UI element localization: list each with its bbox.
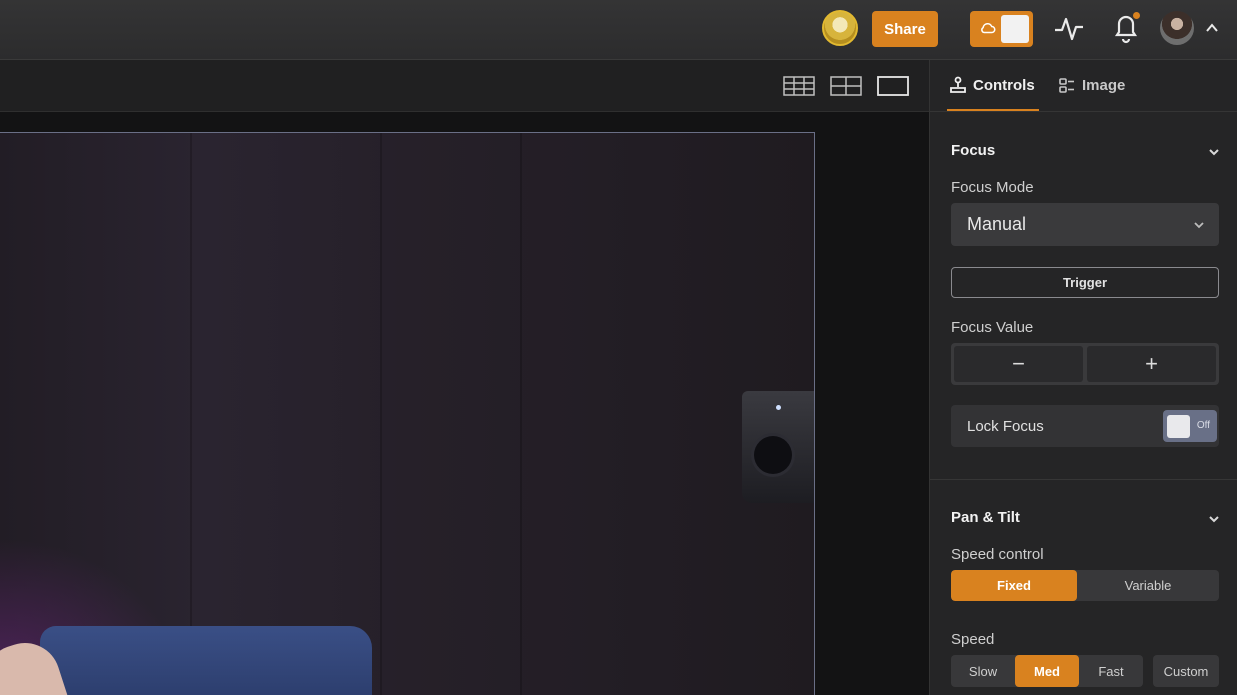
- tab-controls[interactable]: Controls: [949, 76, 1035, 94]
- grid-2x2-icon[interactable]: [830, 76, 862, 96]
- curtain-fold: [380, 133, 382, 695]
- single-view-icon[interactable]: [877, 76, 909, 96]
- focus-mode-select[interactable]: Manual: [951, 203, 1219, 246]
- speed-segmented: Slow Med Fast Custom: [951, 655, 1219, 687]
- active-tab-indicator: [947, 109, 1039, 111]
- speed-label: Speed: [951, 631, 995, 648]
- focus-decrease-button[interactable]: −: [954, 346, 1083, 382]
- collaborator-avatar[interactable]: [822, 10, 858, 46]
- chevron-down-icon[interactable]: [1207, 512, 1221, 526]
- cloud-toggle[interactable]: [970, 11, 1033, 47]
- focus-mode-label: Focus Mode: [951, 179, 1034, 196]
- focus-mode-value: Manual: [967, 214, 1027, 234]
- curtain-fold: [190, 133, 192, 695]
- toggle-knob: [1167, 415, 1190, 438]
- lock-focus-label: Lock Focus: [967, 417, 1044, 435]
- camera-device: [742, 391, 814, 503]
- lock-focus-toggle[interactable]: Off: [1163, 410, 1217, 442]
- camera-led: [776, 405, 781, 410]
- notification-dot: [1133, 12, 1140, 19]
- top-bar: Share: [0, 0, 1237, 60]
- tab-image-label: Image: [1082, 76, 1126, 94]
- tab-image[interactable]: Image: [1058, 76, 1125, 94]
- sofa: [40, 626, 372, 695]
- panel-tabs: Controls Image: [930, 60, 1237, 112]
- pan-tilt-section-title: Pan & Tilt: [951, 509, 1020, 526]
- toggle-state-text: Off: [1196, 420, 1210, 431]
- speed-options: Slow Med Fast: [951, 655, 1143, 687]
- video-area: [0, 112, 929, 695]
- section-divider: [930, 479, 1237, 480]
- speed-med[interactable]: Med: [1015, 655, 1079, 687]
- share-button[interactable]: Share: [872, 11, 938, 47]
- camera-feed[interactable]: [0, 132, 815, 695]
- trigger-button[interactable]: Trigger: [951, 267, 1219, 298]
- toggle-knob: [1001, 15, 1029, 43]
- speed-control-label: Speed control: [951, 546, 1044, 563]
- speed-slow[interactable]: Slow: [951, 655, 1015, 687]
- controls-panel: Controls Image Focus Focus Mode Manual T…: [929, 60, 1237, 695]
- focus-section-title: Focus: [951, 142, 996, 159]
- speed-fast[interactable]: Fast: [1079, 655, 1143, 687]
- camera-lens: [754, 436, 792, 474]
- focus-increase-button[interactable]: +: [1087, 346, 1216, 382]
- speed-control-segmented: Fixed Variable: [951, 570, 1219, 601]
- speed-custom[interactable]: Custom: [1153, 655, 1219, 687]
- focus-value-label: Focus Value: [951, 319, 1034, 336]
- chevron-down-icon[interactable]: [1207, 145, 1221, 159]
- speed-control-variable[interactable]: Variable: [1077, 570, 1219, 601]
- focus-value-stepper: − +: [951, 343, 1219, 385]
- curtain-fold: [520, 133, 522, 695]
- activity-icon[interactable]: [1053, 14, 1085, 44]
- speed-control-fixed[interactable]: Fixed: [951, 570, 1077, 601]
- lock-focus-row: Lock Focus Off: [951, 405, 1219, 447]
- tab-controls-label: Controls: [973, 76, 1035, 94]
- user-avatar[interactable]: [1160, 11, 1194, 45]
- grid-3x3-icon[interactable]: [783, 76, 815, 96]
- view-toolbar: [0, 60, 929, 112]
- chevron-up-icon[interactable]: [1204, 20, 1220, 36]
- joystick-icon: [950, 76, 966, 93]
- image-settings-icon: [1059, 78, 1074, 93]
- cloud-icon: [981, 22, 996, 34]
- chevron-down-icon: [1194, 222, 1204, 229]
